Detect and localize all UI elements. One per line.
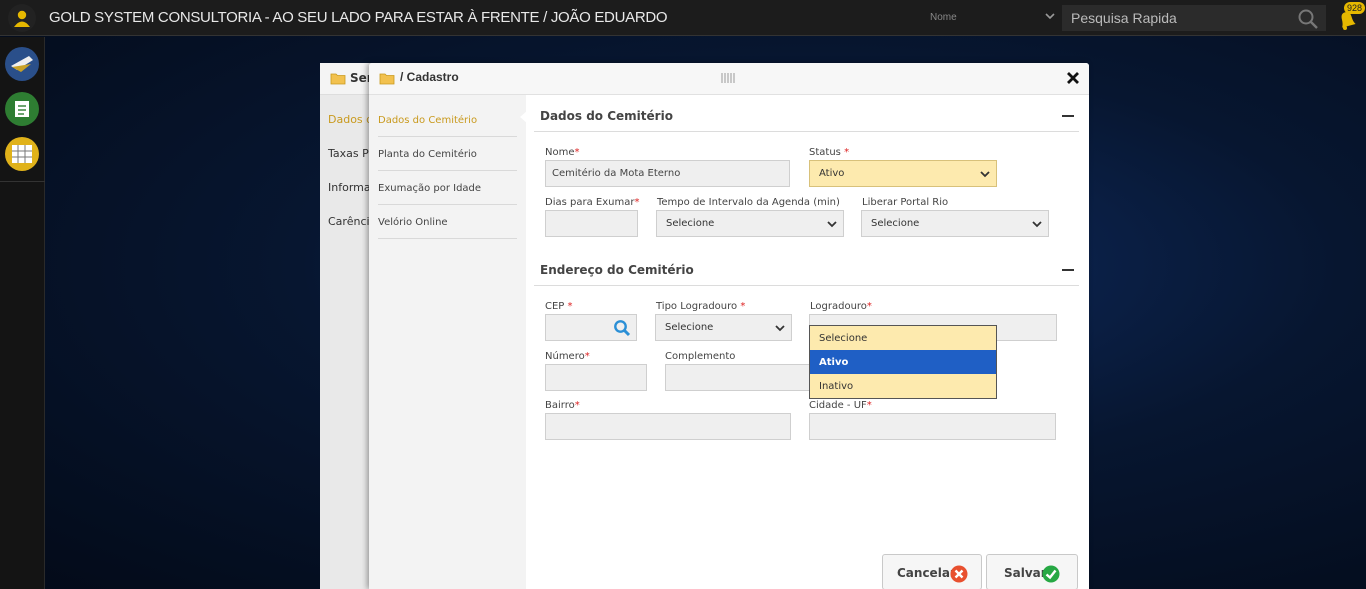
cancel-button-label: Cancelar bbox=[897, 566, 956, 580]
cidade-uf-label: Cidade - UF* bbox=[809, 400, 872, 411]
save-button[interactable]: Salvar bbox=[986, 554, 1078, 589]
folder-icon bbox=[379, 73, 395, 85]
search-field-label: Nome bbox=[930, 12, 957, 23]
liberar-portal-select[interactable]: Selecione bbox=[861, 210, 1049, 237]
collapse-endereco-icon[interactable] bbox=[1062, 269, 1074, 271]
status-dropdown-list: Selecione Ativo Inativo bbox=[809, 325, 997, 399]
chevron-down-icon bbox=[980, 171, 990, 178]
section-divider bbox=[534, 131, 1079, 132]
complemento-field[interactable] bbox=[665, 364, 825, 391]
section-divider bbox=[534, 285, 1079, 286]
nav-item-velorio-online[interactable]: Velório Online bbox=[378, 205, 517, 239]
status-option-selecione[interactable]: Selecione bbox=[810, 326, 996, 350]
save-button-label: Salvar bbox=[1004, 566, 1047, 580]
search-icon[interactable] bbox=[1297, 8, 1319, 30]
section-title-dados: Dados do Cemitério bbox=[540, 109, 673, 123]
back-nav-item[interactable]: Informa bbox=[328, 181, 371, 194]
liberar-portal-value: Selecione bbox=[871, 218, 920, 229]
dias-exumar-field[interactable] bbox=[545, 210, 638, 237]
cep-search-icon[interactable] bbox=[613, 319, 631, 337]
quick-search-input[interactable] bbox=[1062, 5, 1326, 31]
nome-field[interactable] bbox=[545, 160, 790, 187]
save-check-icon bbox=[1042, 565, 1060, 583]
rail-divider bbox=[0, 181, 45, 182]
left-rail bbox=[0, 37, 45, 589]
nome-label: Nome* bbox=[545, 147, 580, 158]
chevron-down-icon bbox=[775, 325, 785, 332]
collapse-dados-icon[interactable] bbox=[1062, 115, 1074, 117]
tempo-intervalo-label: Tempo de Intervalo da Agenda (min) bbox=[657, 197, 840, 208]
form-content: Dados do Cemitério Nome* Status * Ativo … bbox=[526, 95, 1089, 589]
status-label: Status * bbox=[809, 147, 850, 158]
app-title: GOLD SYSTEM CONSULTORIA - AO SEU LADO PA… bbox=[49, 9, 668, 26]
search-field-select[interactable]: Nome bbox=[928, 8, 1058, 28]
dias-exumar-label: Dias para Exumar* bbox=[545, 197, 640, 208]
rail-list-icon[interactable] bbox=[5, 92, 39, 126]
tipo-logradouro-value: Selecione bbox=[665, 322, 714, 333]
user-avatar-icon[interactable] bbox=[8, 4, 36, 32]
chevron-down-icon bbox=[1044, 10, 1056, 25]
status-select-value: Ativo bbox=[819, 168, 845, 179]
status-option-inativo[interactable]: Inativo bbox=[810, 374, 996, 398]
folder-icon bbox=[330, 73, 346, 85]
back-nav-item[interactable]: Dados d bbox=[328, 113, 373, 126]
tempo-intervalo-select[interactable]: Selecione bbox=[656, 210, 844, 237]
nav-item-exumacao-idade[interactable]: Exumação por Idade bbox=[378, 171, 517, 205]
bairro-label: Bairro* bbox=[545, 400, 580, 411]
complemento-label: Complemento bbox=[665, 351, 736, 362]
tipo-logradouro-select[interactable]: Selecione bbox=[655, 314, 792, 341]
notification-count-badge: 928 bbox=[1344, 2, 1366, 14]
rail-messages-icon[interactable] bbox=[5, 47, 39, 81]
dialog-title: / Cadastro bbox=[400, 70, 459, 84]
status-option-ativo[interactable]: Ativo bbox=[810, 350, 996, 374]
tempo-intervalo-value: Selecione bbox=[666, 218, 715, 229]
status-select[interactable]: Ativo bbox=[809, 160, 997, 187]
close-icon[interactable] bbox=[1066, 71, 1080, 85]
cidade-uf-field[interactable] bbox=[809, 413, 1056, 440]
top-bar: GOLD SYSTEM CONSULTORIA - AO SEU LADO PA… bbox=[0, 0, 1366, 36]
cancel-button[interactable]: Cancelar bbox=[882, 554, 982, 589]
dialog-nav: Dados do Cemitério Planta do Cemitério E… bbox=[369, 95, 526, 589]
section-title-endereco: Endereço do Cemitério bbox=[540, 263, 694, 277]
logradouro-label: Logradouro* bbox=[810, 301, 872, 312]
cancel-x-icon bbox=[950, 565, 968, 583]
dialog-header: / Cadastro bbox=[369, 63, 1089, 95]
chevron-down-icon bbox=[827, 221, 837, 228]
nav-item-dados-cemiterio[interactable]: Dados do Cemitério bbox=[378, 103, 517, 137]
nav-item-planta-cemiterio[interactable]: Planta do Cemitério bbox=[378, 137, 517, 171]
tipo-logradouro-label: Tipo Logradouro * bbox=[656, 301, 746, 312]
rail-grid-icon[interactable] bbox=[5, 137, 39, 171]
chevron-down-icon bbox=[1032, 221, 1042, 228]
liberar-portal-label: Liberar Portal Rio bbox=[862, 197, 949, 208]
numero-label: Número* bbox=[545, 351, 590, 362]
cep-label: CEP * bbox=[545, 301, 573, 312]
drag-handle-icon[interactable] bbox=[721, 73, 737, 83]
numero-field[interactable] bbox=[545, 364, 647, 391]
bairro-field[interactable] bbox=[545, 413, 791, 440]
